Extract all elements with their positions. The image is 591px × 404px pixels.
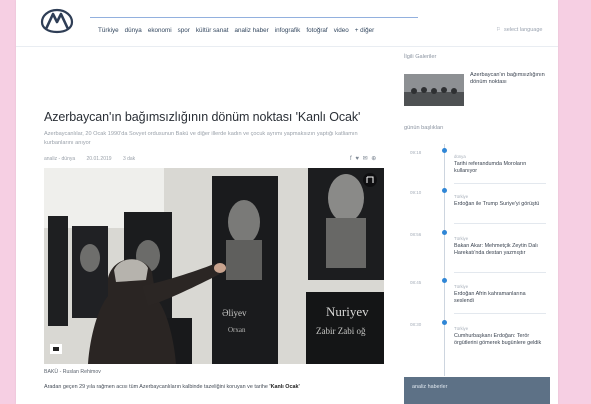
timeline-category: Türkiye (454, 236, 469, 241)
timeline-line (444, 144, 445, 376)
photo-name-4: Zabir Zabi oğ (316, 326, 366, 336)
nav-more[interactable]: + diğer (355, 27, 374, 34)
meta-category[interactable]: analiz - dünya (44, 156, 75, 162)
page: Türkiye dünya ekonomi spor kültür sanat … (16, 0, 558, 404)
timeline-time: 08:30 (410, 322, 422, 327)
meta-read-time: 3 dak (122, 156, 136, 162)
article-photo[interactable]: Əliyev Orxan Nuriyev Zabir Zabi oğ (44, 168, 384, 364)
timeline-category: dünya (454, 154, 466, 159)
header-accent-line (90, 17, 418, 18)
timeline-title[interactable]: Erdoğan ile Trump Suriye'yi görüştü (454, 201, 546, 208)
nav-dunya[interactable]: dünya (125, 27, 142, 34)
aa-logo[interactable] (40, 8, 74, 34)
analysis-news-heading: analiz haberler (412, 384, 448, 390)
timeline-divider (454, 313, 546, 314)
gallery-title[interactable]: Azerbaycan'ın bağımsızlığının dönüm nokt… (470, 72, 548, 86)
timeline-title[interactable]: Tarihi referandumda Moroların kullanıyor (454, 161, 546, 175)
timeline-title[interactable]: Bakan Akar: Mehmetçik Zeytin Dalı Hareka… (454, 243, 546, 257)
main-nav: Türkiye dünya ekonomi spor kültür sanat … (98, 27, 380, 34)
timeline-category: Türkiye (454, 194, 469, 199)
share-icons[interactable]: f ♥ ✉ ⊕ (350, 155, 377, 162)
photo-name-1: Əliyev (222, 308, 247, 318)
language-selector[interactable]: ⚐ select language (496, 27, 542, 33)
timeline-title[interactable]: Erdoğan Afrin kahramanlarına seslendi (454, 291, 546, 305)
article-subtitle: Azerbaycanlılar, 20 Ocak 1990'da Sovyet … (44, 131, 358, 146)
nav-ekonomi[interactable]: ekonomi (148, 27, 172, 34)
photo-name-2: Orxan (228, 326, 246, 334)
timeline-time: 08:45 (410, 280, 422, 285)
article-body: Aradan geçen 29 yıla rağmen acısı tüm Az… (44, 384, 384, 390)
expand-icon[interactable] (363, 173, 377, 187)
nav-fotograf[interactable]: fotoğraf (306, 27, 327, 34)
article-body-bold: 'Kanlı Ocak' (269, 384, 300, 390)
timeline-time: 09:10 (410, 190, 422, 195)
timeline-dot (442, 230, 447, 235)
timeline-time: 08:56 (410, 232, 422, 237)
gallery-image (404, 74, 464, 106)
photo-name-3: Nuriyev (326, 304, 369, 319)
gallery-thumbnail[interactable] (404, 74, 464, 106)
timeline-dot (442, 320, 447, 325)
memorial-wall-image: Əliyev Orxan Nuriyev Zabir Zabi oğ (44, 168, 384, 364)
article-title: Azerbaycan'ın bağımsızlığının dönüm nokt… (44, 110, 361, 124)
nav-infografik[interactable]: infografik (275, 27, 301, 34)
timeline-dot (442, 278, 447, 283)
timeline-divider (454, 272, 546, 273)
article: Azerbaycan'ın bağımsızlığının dönüm nokt… (44, 48, 390, 404)
header-divider (16, 46, 558, 47)
timeline-title[interactable]: Cumhurbaşkanı Erdoğan: Terör örgütlerini… (454, 333, 546, 347)
gallery-heading: İlgili Galeriler (404, 54, 437, 60)
header: Türkiye dünya ekonomi spor kültür sanat … (16, 0, 558, 46)
timeline-divider (454, 183, 546, 184)
analysis-news-bar[interactable]: analiz haberler (404, 377, 550, 404)
globe-icon: ⚐ (496, 27, 501, 33)
article-meta: analiz - dünya 20.01.2019 3 dak (44, 156, 145, 162)
nav-video[interactable]: video (334, 27, 349, 34)
timeline-divider (454, 223, 546, 224)
sidebar: İlgili Galeriler Azerbaycan'ın bağımsızl… (404, 48, 550, 404)
timeline-time: 09:18 (410, 150, 422, 155)
nav-kultur-sanat[interactable]: kültür sanat (196, 27, 229, 34)
article-body-text: Aradan geçen 29 yıla rağmen acısı tüm Az… (44, 384, 270, 390)
language-label: select language (503, 27, 543, 33)
timeline-dot (442, 188, 447, 193)
nav-spor[interactable]: spor (178, 27, 190, 34)
meta-date: 20.01.2019 (86, 156, 112, 162)
nav-turkiye[interactable]: Türkiye (98, 27, 119, 34)
timeline-category: Türkiye (454, 326, 469, 331)
nav-analiz-haber[interactable]: analiz haber (234, 27, 268, 34)
photo-caption: BAKÜ - Ruslan Rehimov (44, 369, 101, 375)
timeline-dot (442, 148, 447, 153)
timeline-category: Türkiye (454, 284, 469, 289)
today-heading: günün başlıkları (404, 125, 444, 131)
